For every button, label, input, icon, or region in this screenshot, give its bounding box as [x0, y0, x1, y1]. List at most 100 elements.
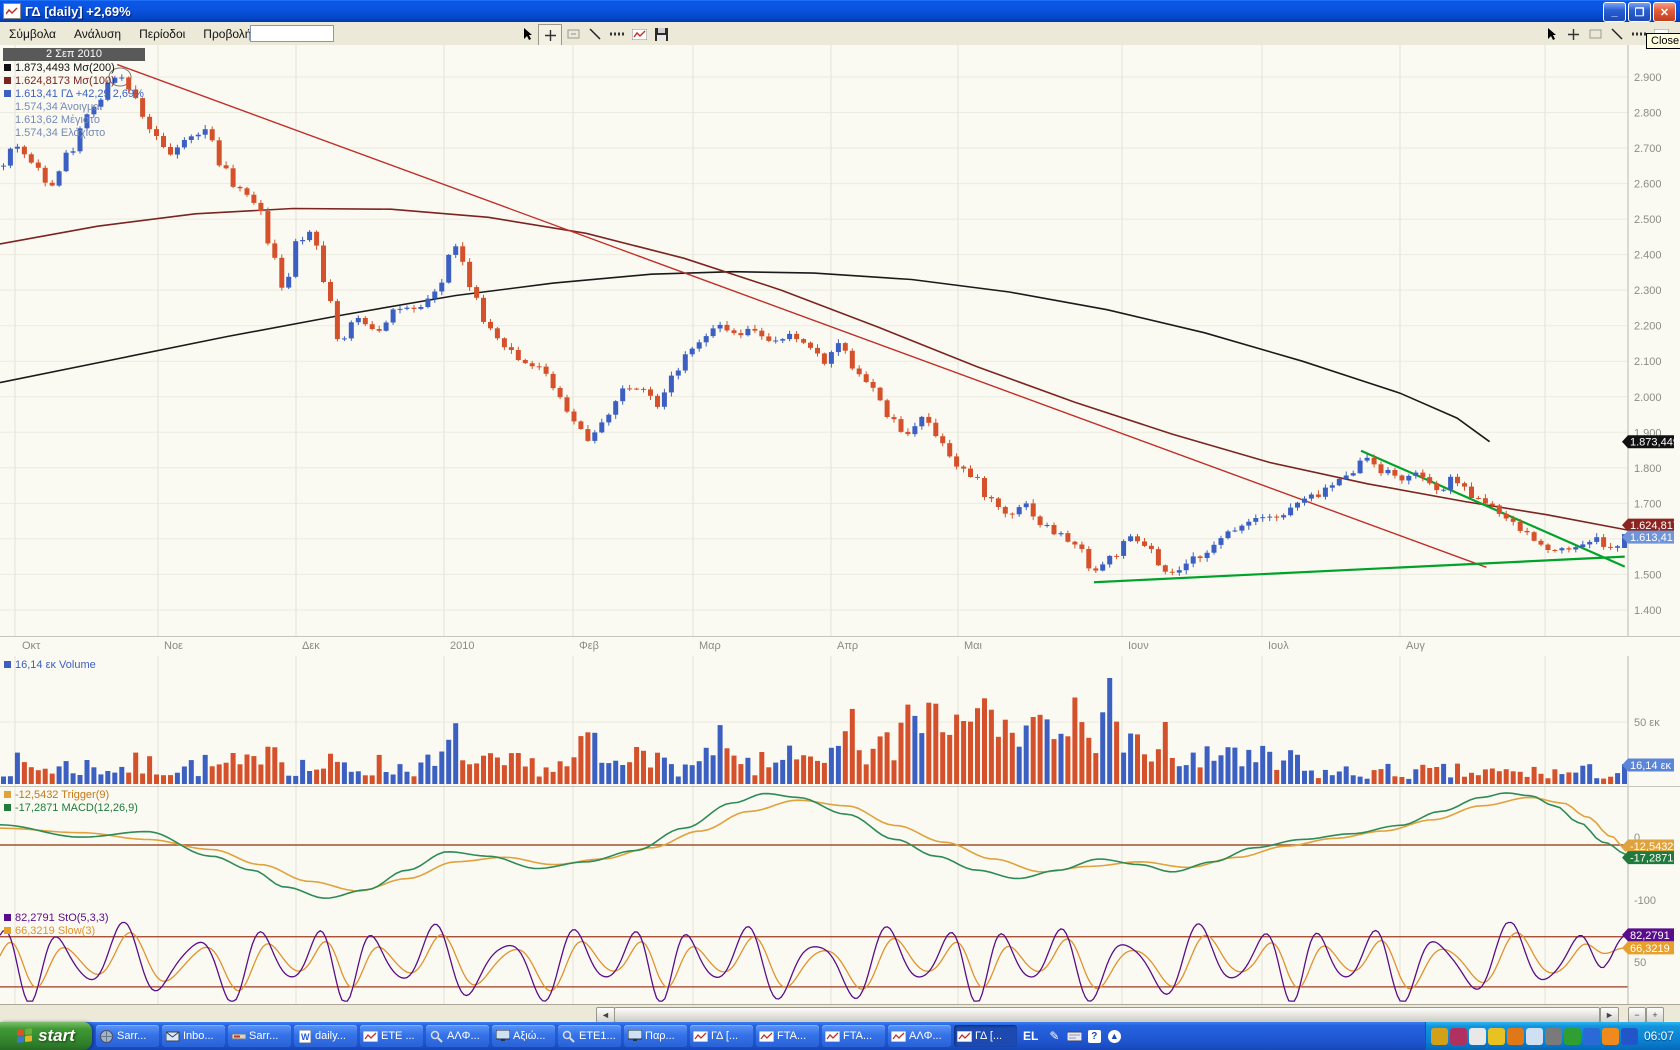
taskbar-button-4[interactable]: Wdaily...: [294, 1025, 357, 1047]
zoom-in-button[interactable]: +: [1646, 1007, 1664, 1023]
rectangle-icon[interactable]: [1584, 24, 1606, 44]
svg-text:1.500: 1.500: [1634, 569, 1662, 581]
close-tooltip: Close: [1646, 33, 1680, 49]
taskbar-button-8[interactable]: ΕΤΕ1...: [558, 1025, 621, 1047]
tray-icon-2[interactable]: [1450, 1028, 1467, 1045]
horizontal-scrollbar[interactable]: ◄ ► − +: [0, 1004, 1680, 1023]
chart-icon: [957, 1030, 972, 1043]
system-tray: 06:07: [1425, 1022, 1680, 1050]
taskbar-button-6[interactable]: ΑΛΦ...: [426, 1025, 489, 1047]
menu-periods[interactable]: Περίοδοι: [130, 24, 194, 44]
tablet-icon[interactable]: [1065, 1027, 1083, 1045]
month-label: Μαρ: [699, 640, 721, 652]
month-label: Νοε: [164, 640, 183, 652]
tray-icon-3[interactable]: [1469, 1028, 1486, 1045]
taskbar: start Sarr...Inbo...Sarr...Wdaily...ETE …: [0, 1022, 1680, 1050]
symbol-input[interactable]: [250, 25, 334, 42]
close-button[interactable]: ✕: [1653, 2, 1676, 22]
taskbar-button-12[interactable]: FTA...: [822, 1025, 885, 1047]
tray-icon-9[interactable]: [1583, 1028, 1600, 1045]
crosshair-icon[interactable]: [538, 24, 562, 46]
chart-icon: [891, 1030, 906, 1043]
word-icon: W: [297, 1030, 312, 1043]
tray-icon-11[interactable]: [1621, 1028, 1638, 1045]
minimize-button[interactable]: _: [1603, 2, 1626, 22]
search-icon: [561, 1030, 576, 1043]
svg-text:1.800: 1.800: [1634, 463, 1662, 475]
chart-icon[interactable]: [628, 24, 650, 44]
svg-text:1.700: 1.700: [1634, 498, 1662, 510]
taskbar-button-2[interactable]: Inbo...: [162, 1025, 225, 1047]
stochastic-pane[interactable]: 5082,279166,3219: [0, 911, 1680, 1004]
start-button[interactable]: start: [0, 1022, 92, 1050]
help-icon[interactable]: ?: [1085, 1027, 1103, 1045]
month-label: Φεβ: [579, 640, 599, 652]
macd-pane[interactable]: 0-100-12,5432-17,2871: [0, 787, 1680, 912]
svg-text:1.400: 1.400: [1634, 605, 1662, 617]
tray-icon-5[interactable]: [1507, 1028, 1524, 1045]
taskbar-button-10[interactable]: ΓΔ [...: [690, 1025, 753, 1047]
taskbar-button-5[interactable]: ETE ...: [360, 1025, 423, 1047]
line-icon[interactable]: [1606, 24, 1628, 44]
tray-icon-8[interactable]: [1564, 1028, 1581, 1045]
taskbar-button-11[interactable]: FTA...: [756, 1025, 819, 1047]
tray-icon-4[interactable]: [1488, 1028, 1505, 1045]
gridline-icon[interactable]: [606, 24, 628, 44]
price-chart-pane[interactable]: 2.9002.8002.7002.6002.5002.4002.3002.200…: [0, 45, 1680, 636]
line-icon[interactable]: [584, 24, 606, 44]
taskbar-button-1[interactable]: Sarr...: [96, 1025, 159, 1047]
legend-sto-slow: 66,3219 Slow(3): [4, 925, 95, 937]
monitor-icon: [495, 1030, 510, 1043]
svg-text:1.613,41: 1.613,41: [1630, 532, 1673, 544]
scrollbar-thumb[interactable]: [614, 1007, 1600, 1023]
chart-icon: [693, 1030, 708, 1043]
svg-text:2.100: 2.100: [1634, 356, 1662, 368]
taskbar-button-7[interactable]: Αξιώ...: [492, 1025, 555, 1047]
legend-trigger: -12,5432 Trigger(9): [4, 789, 109, 801]
menu-analysis[interactable]: Ανάλυση: [65, 24, 130, 44]
taskbar-button-3[interactable]: Sarr...: [228, 1025, 291, 1047]
month-label: Οκτ: [22, 640, 40, 652]
zoom-out-button[interactable]: −: [1628, 1007, 1646, 1023]
tray-icon-7[interactable]: [1545, 1028, 1562, 1045]
taskbar-button-9[interactable]: Παρ...: [624, 1025, 687, 1047]
windows-flag-icon: [17, 1028, 33, 1044]
hidden-icons-chevron[interactable]: ▲: [1105, 1027, 1123, 1045]
task-buttons: Sarr...Inbo...Sarr...Wdaily...ETE ...ΑΛΦ…: [96, 1025, 1017, 1047]
month-label: Δεκ: [302, 640, 320, 652]
search-icon: [429, 1030, 444, 1043]
svg-text:2.900: 2.900: [1634, 72, 1662, 84]
legend-ma100: 1.624,8173 Μσ(100): [4, 75, 115, 87]
save-icon[interactable]: [650, 24, 672, 44]
tray-icon-1[interactable]: [1431, 1028, 1448, 1045]
rectangle-icon[interactable]: [562, 24, 584, 44]
title-bar: ΓΔ [daily] +2,69% _ ❐ ✕: [0, 0, 1680, 22]
tray-icon-6[interactable]: [1526, 1028, 1543, 1045]
pointer-icon[interactable]: [516, 24, 538, 44]
taskbar-button-13[interactable]: ΑΛΦ...: [888, 1025, 951, 1047]
pen-icon[interactable]: ✎: [1045, 1027, 1063, 1045]
window-title: ΓΔ [daily] +2,69%: [25, 4, 131, 19]
svg-text:2.200: 2.200: [1634, 321, 1662, 333]
tool-icon: [231, 1030, 246, 1043]
legend-open: 1.574,34 Άνοιγμα: [15, 101, 100, 113]
app-chart-icon: [3, 3, 21, 19]
application-window: ΓΔ [daily] +2,69% _ ❐ ✕ Σύμβολα Ανάλυση …: [0, 0, 1680, 1050]
month-label: Αυγ: [1406, 640, 1425, 652]
pointer-icon[interactable]: [1540, 24, 1562, 44]
svg-text:-17,2871: -17,2871: [1630, 853, 1673, 865]
scroll-left-button[interactable]: ◄: [596, 1007, 615, 1023]
restore-button[interactable]: ❐: [1628, 2, 1651, 22]
volume-pane[interactable]: 50 εκ16,14 εκ: [0, 656, 1680, 787]
taskbar-button-14[interactable]: ΓΔ [...: [954, 1025, 1017, 1047]
menu-symbols[interactable]: Σύμβολα: [0, 24, 65, 44]
svg-text:W: W: [301, 1032, 310, 1042]
svg-text:-100: -100: [1634, 895, 1656, 907]
crosshair-icon[interactable]: [1562, 24, 1584, 44]
scroll-right-button[interactable]: ►: [1600, 1007, 1619, 1023]
month-label: Ιουν: [1128, 640, 1149, 652]
legend-volume: 16,14 εκ Volume: [4, 659, 96, 671]
language-indicator[interactable]: EL: [1023, 1029, 1038, 1043]
tray-icon-10[interactable]: [1602, 1028, 1619, 1045]
chart-icon: [825, 1030, 840, 1043]
